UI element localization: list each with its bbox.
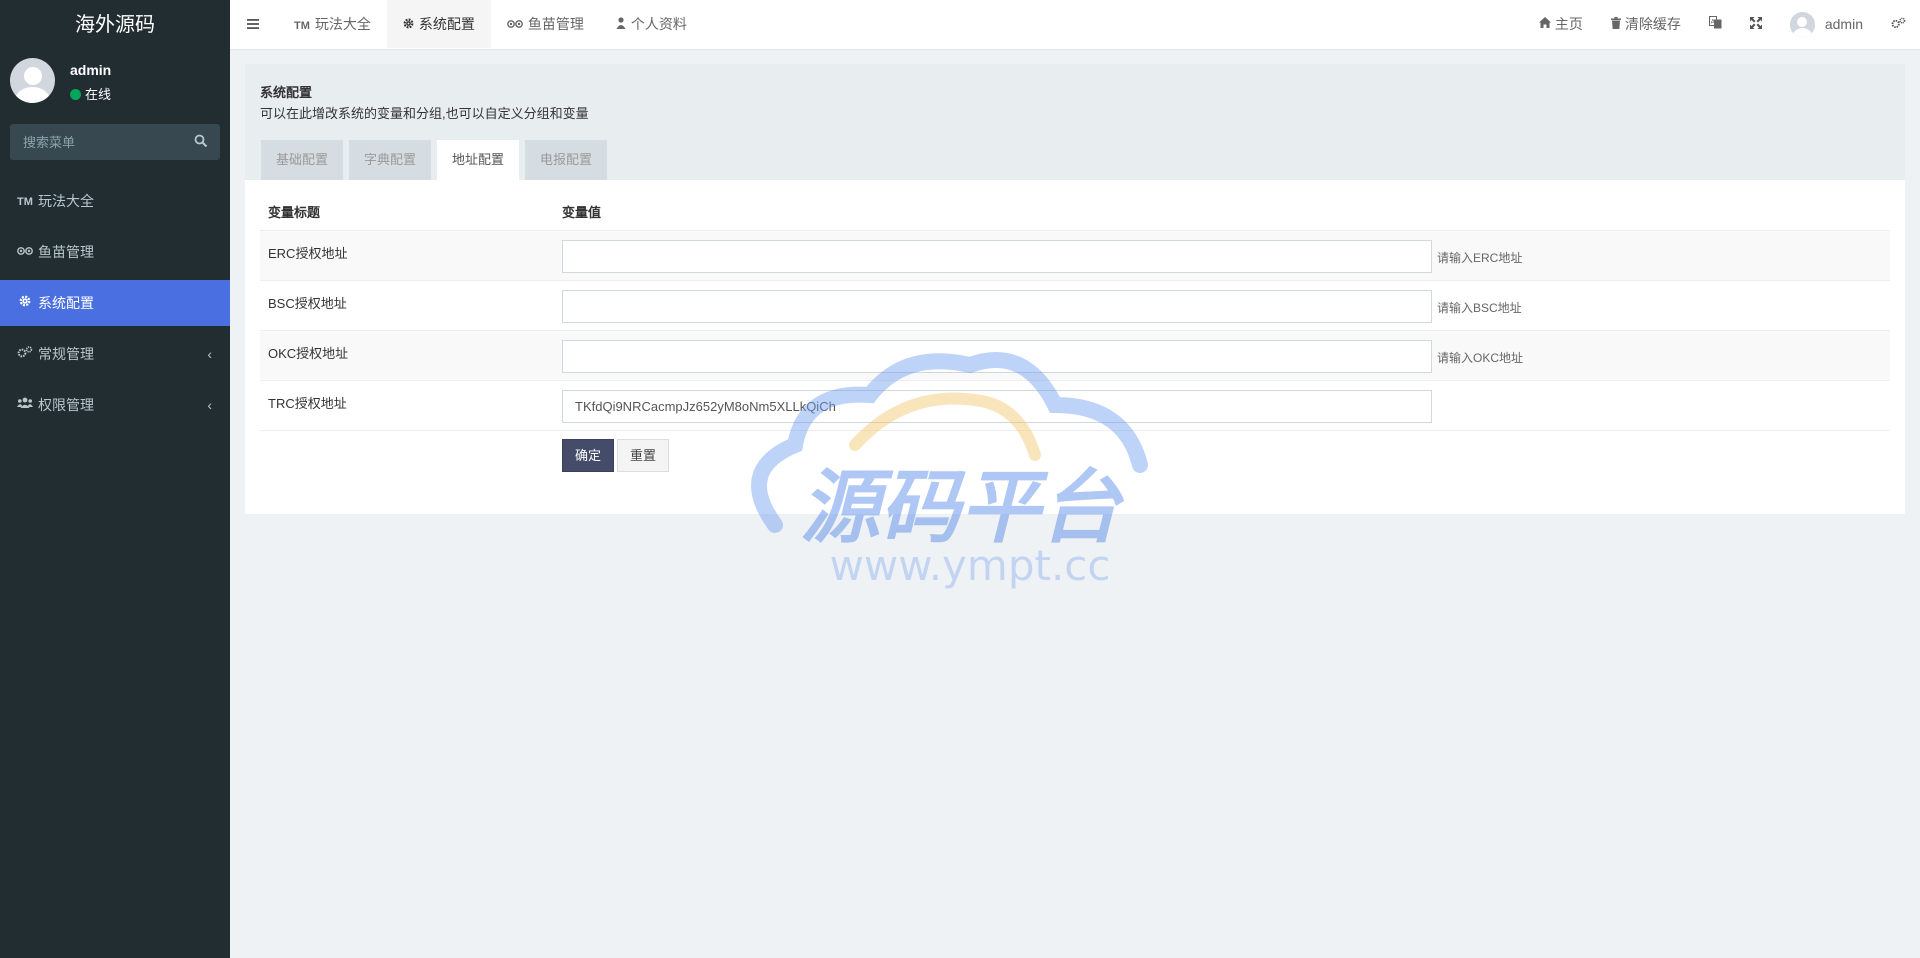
gears-icon [1891, 16, 1906, 32]
table-row: ERC授权地址 请输入ERC地址 [260, 230, 1890, 281]
okc-address-input[interactable] [562, 339, 1432, 373]
user-menu[interactable]: admin [1776, 11, 1877, 37]
gear-icon [403, 18, 414, 32]
glasses-icon [16, 230, 34, 276]
translate-button[interactable]: A [1695, 16, 1736, 32]
config-panel: 系统配置 可以在此增改系统的变量和分组,也可以自定义分组和变量 基础配置 字典配… [245, 64, 1905, 514]
reset-button[interactable]: 重置 [617, 438, 670, 472]
table-row: TRC授权地址 [260, 380, 1890, 431]
trash-icon [1610, 16, 1621, 32]
column-header-title: 变量标题 [260, 194, 554, 231]
watermark-url: www.ympt.cc [830, 541, 1111, 590]
input-tip: 请输入BSC地址 [1437, 300, 1522, 315]
config-table: 变量标题 变量值 ERC授权地址 请输入ERC地址 BSC授权地址 请输入BSC… [260, 194, 1890, 480]
sidebar-item-permission[interactable]: 权限管理 ‹ [0, 382, 230, 428]
online-dot-icon [70, 89, 81, 100]
home-link[interactable]: 主页 [1525, 14, 1597, 34]
avatar [10, 58, 55, 103]
tab-telegram-config[interactable]: 电报配置 [525, 140, 608, 180]
chevron-left-icon: ‹ [207, 397, 212, 413]
top-navbar: TM 玩法大全 系统配置 鱼苗管理 个人资料 主页 清除缓存 A admin [230, 0, 1920, 50]
panel-header: 系统配置 可以在此增改系统的变量和分组,也可以自定义分组和变量 基础配置 字典配… [245, 64, 1905, 180]
bsc-address-input[interactable] [562, 289, 1432, 323]
table-row: OKC授权地址 请输入OKC地址 [260, 330, 1890, 381]
chevron-left-icon: ‹ [207, 346, 212, 362]
tab-fish[interactable]: 鱼苗管理 [491, 0, 600, 48]
fullscreen-button[interactable] [1736, 16, 1776, 32]
tab-profile[interactable]: 个人资料 [600, 0, 703, 48]
translate-icon: A [1708, 16, 1722, 32]
row-label: BSC授权地址 [260, 280, 554, 331]
top-tabs: TM 玩法大全 系统配置 鱼苗管理 个人资料 [278, 0, 703, 50]
tab-system-config[interactable]: 系统配置 [386, 0, 491, 48]
user-icon [616, 17, 626, 32]
form-actions-row: 确定 重置 [260, 430, 1890, 480]
home-icon [1538, 17, 1551, 31]
clear-cache-link[interactable]: 清除缓存 [1597, 14, 1695, 34]
sidebar-menu: TM 玩法大全 鱼苗管理 系统配置 常规管理 ‹ 权限管理 ‹ [0, 178, 230, 433]
avatar [1789, 11, 1815, 37]
tab-address-config[interactable]: 地址配置 [437, 140, 520, 180]
menu-search [10, 124, 220, 160]
top-right-nav: 主页 清除缓存 A admin [1525, 0, 1920, 48]
tm-icon: TM [17, 196, 33, 209]
sidebar: 海外源码 admin 在线 TM玩法大全 鱼苗管理 系统配置 常规管理 ‹ [0, 0, 230, 958]
page-description: 可以在此增改系统的变量和分组,也可以自定义分组和变量 [260, 106, 589, 121]
users-icon [16, 383, 34, 429]
row-label: ERC授权地址 [260, 230, 554, 281]
menu-search-input[interactable] [10, 124, 180, 160]
input-tip: 请输入ERC地址 [1437, 250, 1523, 265]
tm-icon: TM [294, 20, 310, 32]
gear-icon [16, 281, 34, 327]
submit-button[interactable]: 确定 [562, 438, 615, 472]
config-tabs: 基础配置 字典配置 地址配置 电报配置 [261, 140, 613, 180]
input-tip: 请输入OKC地址 [1437, 350, 1524, 365]
sidebar-item-general[interactable]: 常规管理 ‹ [0, 331, 230, 377]
row-label: OKC授权地址 [260, 330, 554, 381]
tab-gameplay[interactable]: TM 玩法大全 [278, 0, 387, 48]
trc-address-input[interactable] [562, 389, 1432, 423]
menu-toggle-icon[interactable] [246, 17, 260, 31]
fullscreen-icon [1749, 16, 1762, 32]
search-icon[interactable] [194, 134, 208, 148]
erc-address-input[interactable] [562, 239, 1432, 273]
app-logo[interactable]: 海外源码 [0, 0, 230, 48]
settings-button[interactable] [1877, 16, 1920, 32]
page-title: 系统配置 [260, 85, 313, 100]
glasses-icon [506, 20, 523, 32]
sidebar-item-fish[interactable]: 鱼苗管理 [0, 229, 230, 275]
table-row: BSC授权地址 请输入BSC地址 [260, 280, 1890, 331]
user-panel: admin 在线 [0, 48, 230, 114]
gears-icon [16, 332, 34, 378]
sidebar-item-gameplay[interactable]: TM 玩法大全 [0, 178, 230, 224]
row-label: TRC授权地址 [260, 380, 554, 431]
user-name: admin [70, 62, 112, 78]
tab-dictionary-config[interactable]: 字典配置 [349, 140, 432, 180]
tab-basic-config[interactable]: 基础配置 [261, 140, 344, 180]
column-header-value: 变量值 [554, 194, 1890, 231]
sidebar-item-system-config[interactable]: 系统配置 [0, 280, 230, 326]
user-status: 在线 [70, 84, 111, 103]
